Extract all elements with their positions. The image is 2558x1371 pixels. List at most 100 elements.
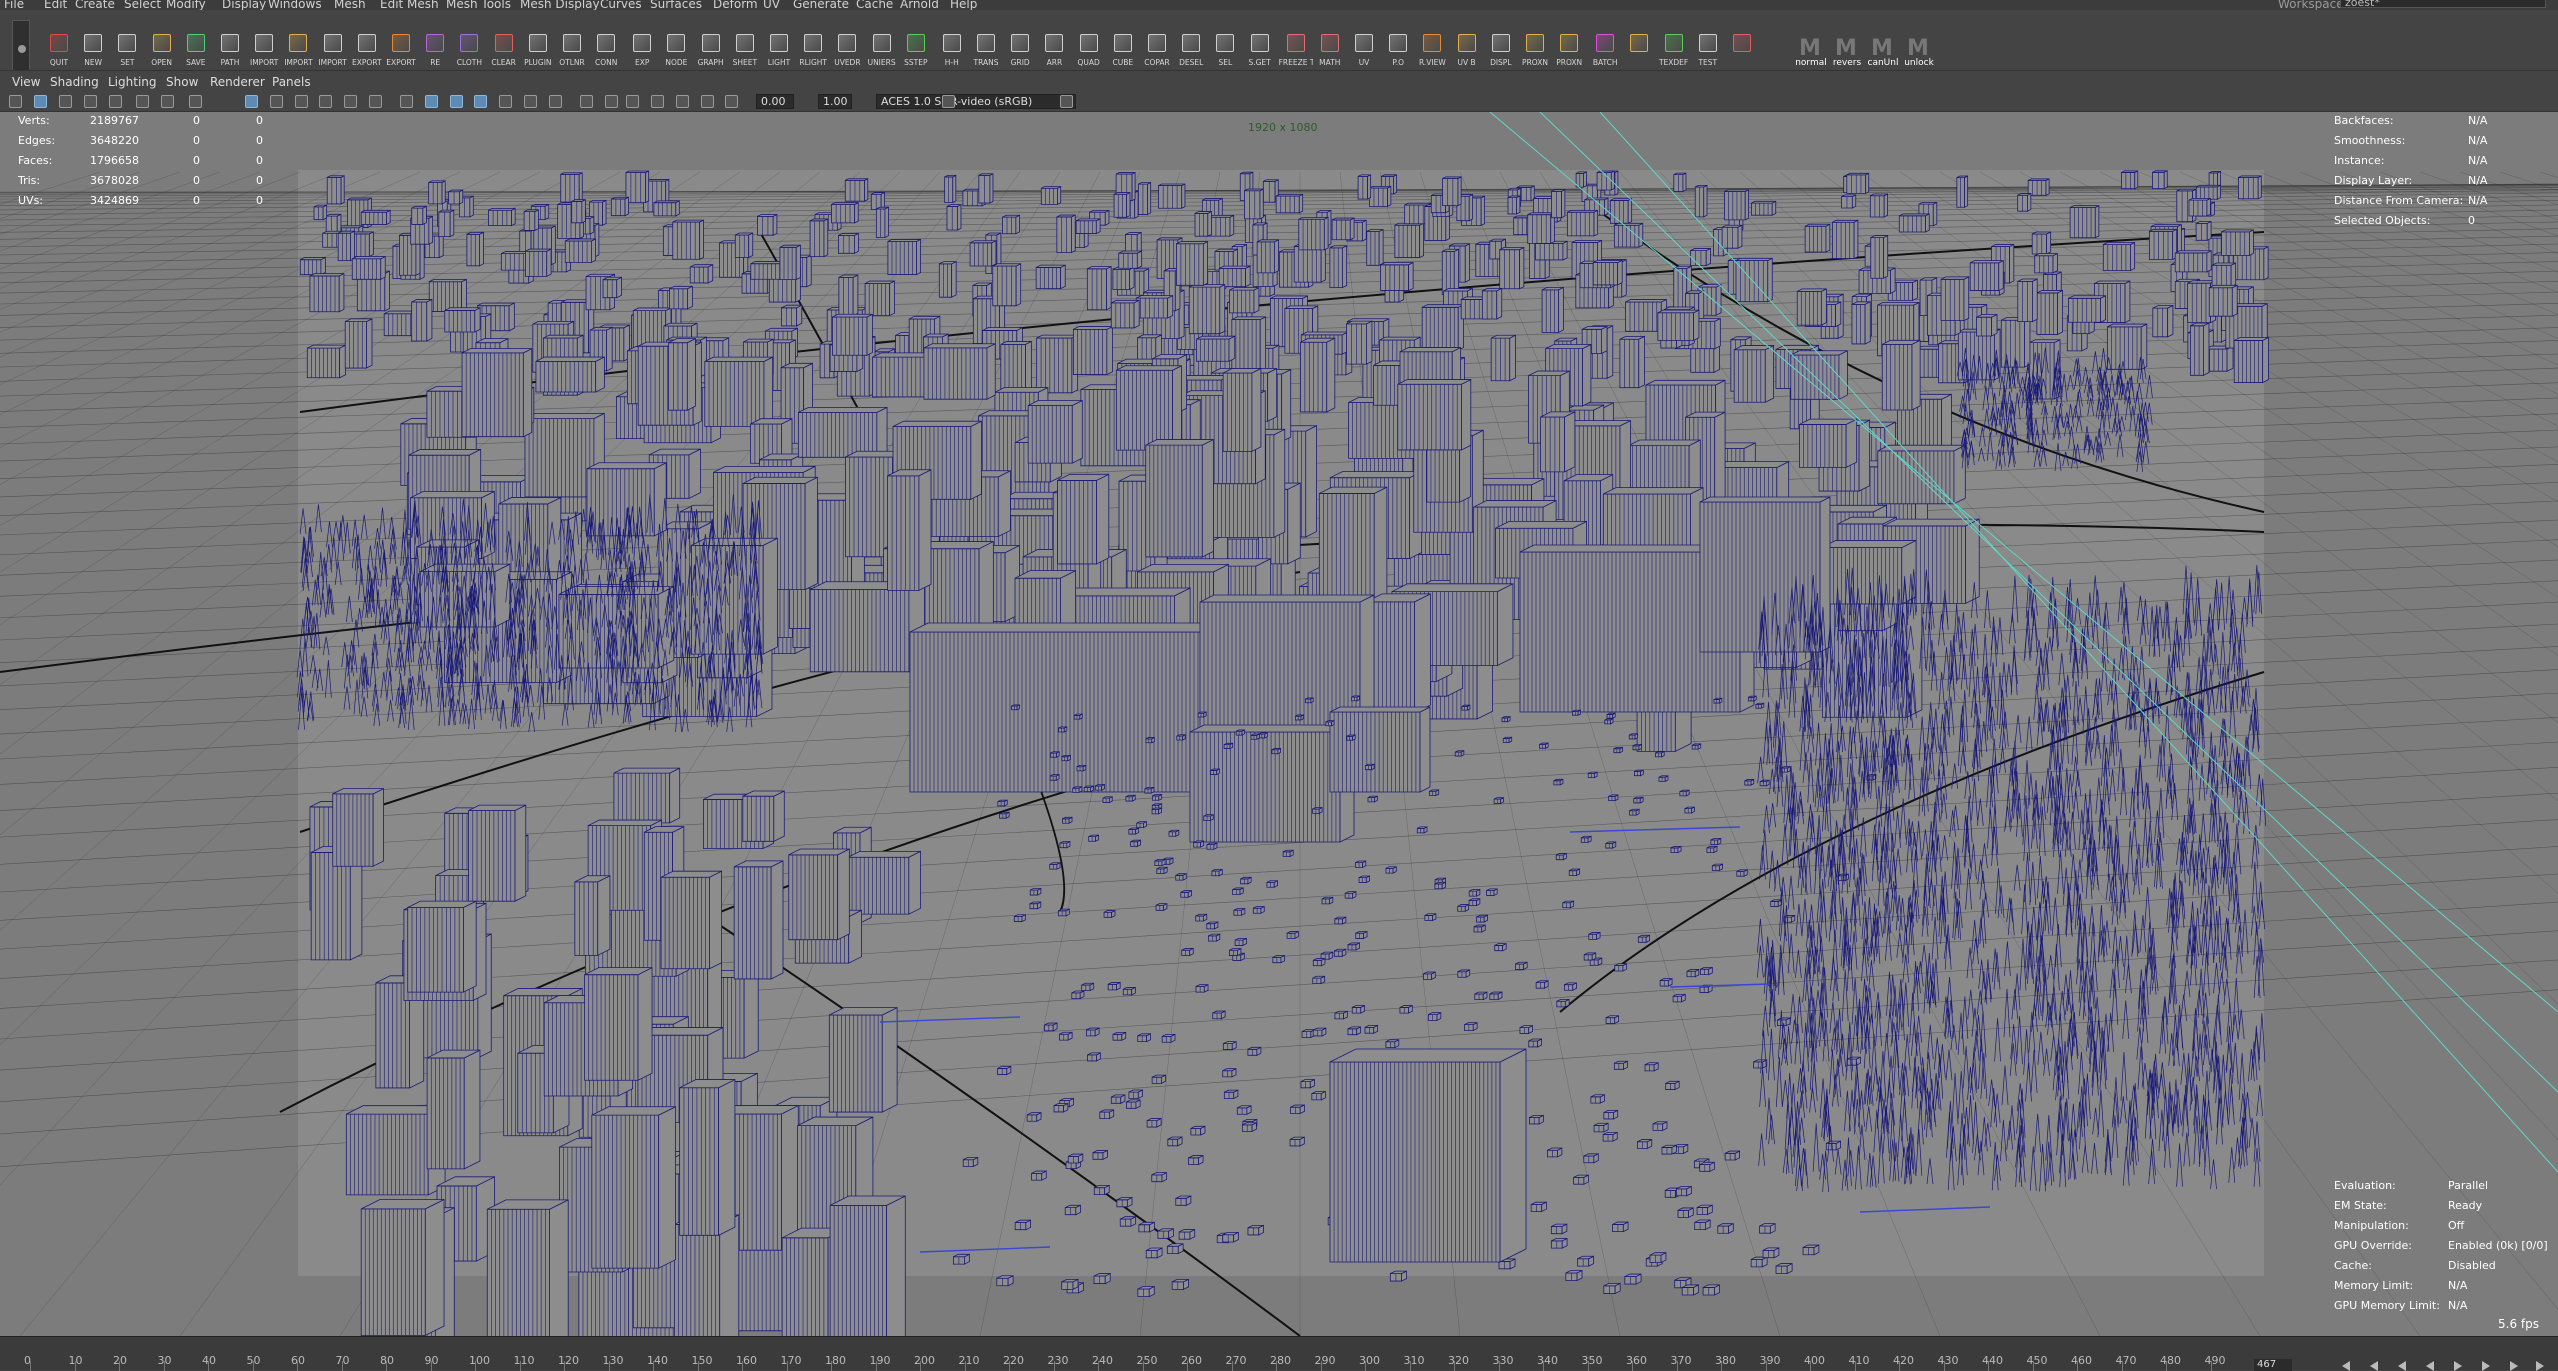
shelf-button-set[interactable]: SET — [110, 24, 142, 68]
menu-item-display[interactable]: Display — [222, 0, 266, 10]
resolution-gate-icon[interactable] — [270, 95, 283, 108]
xray-joints-icon[interactable] — [701, 95, 714, 108]
shelf-button-uvedr[interactable]: UVEDR — [830, 24, 862, 68]
shelf-tab-grip[interactable] — [12, 20, 30, 72]
shelf-button-unlabeled-49[interactable] — [1725, 24, 1757, 68]
shelf-button-export[interactable]: EXPORT — [384, 24, 416, 68]
menu-item-file[interactable]: File — [4, 0, 24, 10]
shelf-button-exp[interactable]: EXP — [625, 24, 657, 68]
shelf-button-freeze-trans[interactable]: FREEZE TRANS — [1279, 24, 1311, 68]
bookmark-icon[interactable] — [84, 95, 97, 108]
lights-icon[interactable] — [499, 95, 512, 108]
safe-action-icon[interactable] — [344, 95, 357, 108]
depth-of-field-icon[interactable] — [626, 95, 639, 108]
shelf-button-test[interactable]: TEST — [1691, 24, 1723, 68]
shelf-button-proxn[interactable]: PROXN — [1518, 24, 1550, 68]
field-chart-icon[interactable] — [319, 95, 332, 108]
shelf-button-uniers[interactable]: UNIERS — [865, 24, 897, 68]
select-camera-icon[interactable] — [9, 95, 22, 108]
shelf-button-new[interactable]: NEW — [76, 24, 108, 68]
shelf-button-quad[interactable]: QUAD — [1072, 24, 1104, 68]
menu-item-deform[interactable]: Deform — [713, 0, 758, 10]
menu-item-arnold[interactable]: Arnold — [900, 0, 939, 10]
shelf-button-sheet[interactable]: SHEET — [728, 24, 760, 68]
shelf-button-texdef[interactable]: TEXDEF — [1657, 24, 1689, 68]
shelf-button-node[interactable]: NODE — [659, 24, 691, 68]
menu-item-help[interactable]: Help — [950, 0, 977, 10]
mel-button-canunl[interactable]: McanUnl — [1866, 24, 1898, 68]
shelf-button-unlabeled-46[interactable] — [1622, 24, 1654, 68]
motion-blur-icon[interactable] — [580, 95, 593, 108]
exposure-icon[interactable] — [942, 95, 955, 108]
wireframe-icon[interactable] — [400, 95, 413, 108]
menu-item-cache[interactable]: Cache — [856, 0, 893, 10]
menu-item-create[interactable]: Create — [75, 0, 115, 10]
mel-button-normal[interactable]: Mnormal — [1794, 24, 1826, 68]
xray-icon[interactable] — [676, 95, 689, 108]
textured-icon[interactable] — [474, 95, 487, 108]
shelf-button-path[interactable]: PATH — [213, 24, 245, 68]
shelf-button-r-view[interactable]: R.VIEW — [1415, 24, 1447, 68]
shelf-button-re[interactable]: RE — [418, 24, 450, 68]
shelf-button-import[interactable]: IMPORT — [247, 24, 279, 68]
shelf-button-trans[interactable]: TRANS — [969, 24, 1001, 68]
shelf-button-clear[interactable]: CLEAR — [487, 24, 519, 68]
shelf-button-uv[interactable]: UV — [1347, 24, 1379, 68]
image-plane-icon[interactable] — [109, 95, 122, 108]
panel-menu-shading[interactable]: Shading — [50, 75, 99, 89]
shelf-button-proxn[interactable]: PROXN — [1552, 24, 1584, 68]
shelf-button-plugin[interactable]: PLUGIN — [521, 24, 553, 68]
panel-menu-show[interactable]: Show — [166, 75, 198, 89]
grease-pencil-icon[interactable] — [161, 95, 174, 108]
shadows-icon[interactable] — [524, 95, 537, 108]
gamma-icon[interactable] — [1060, 95, 1073, 108]
menu-item-mesh-display[interactable]: Mesh Display — [520, 0, 600, 10]
menu-item-surfaces[interactable]: Surfaces — [650, 0, 702, 10]
grid-icon[interactable] — [189, 95, 202, 108]
shelf-button-import[interactable]: IMPORT — [316, 24, 348, 68]
menu-item-curves[interactable]: Curves — [600, 0, 642, 10]
menu-item-mesh-tools[interactable]: Mesh Tools — [446, 0, 511, 10]
shelf-button-save[interactable]: SAVE — [179, 24, 211, 68]
shelf-button-copar[interactable]: COPAR — [1140, 24, 1172, 68]
current-frame-field[interactable]: 467 — [2254, 1359, 2292, 1371]
shelf-button-batch[interactable]: BATCH — [1588, 24, 1620, 68]
shelf-button-cloth[interactable]: CLOTH — [452, 24, 484, 68]
menu-item-generate[interactable]: Generate — [793, 0, 849, 10]
gamma-field[interactable]: 1.00 — [818, 94, 852, 109]
backface-icon[interactable] — [725, 95, 738, 108]
shelf-button-otlnr[interactable]: OTLNR — [555, 24, 587, 68]
lock-camera-icon[interactable] — [34, 95, 47, 108]
shelf-button-arr[interactable]: ARR — [1037, 24, 1069, 68]
menu-item-uv[interactable]: UV — [763, 0, 780, 10]
shelf-button-s-get[interactable]: S.GET — [1243, 24, 1275, 68]
shelf-button-math[interactable]: MATH — [1313, 24, 1345, 68]
shelf-button-sel[interactable]: SEL — [1208, 24, 1240, 68]
wireframe-on-shaded-icon[interactable] — [450, 95, 463, 108]
shelf-button-open[interactable]: OPEN — [145, 24, 177, 68]
shelf-button-rlight[interactable]: RLIGHT — [796, 24, 828, 68]
safe-title-icon[interactable] — [369, 95, 382, 108]
menu-item-modify[interactable]: Modify — [166, 0, 206, 10]
panel-menu-renderer[interactable]: Renderer — [210, 75, 265, 89]
shelf-button-p-o[interactable]: P.O — [1381, 24, 1413, 68]
shelf-button-light[interactable]: LIGHT — [762, 24, 794, 68]
menu-item-select[interactable]: Select — [124, 0, 161, 10]
time-slider[interactable]: 0102030405060708090100110120130140150160… — [0, 1336, 2558, 1370]
2d-pan-icon[interactable] — [136, 95, 149, 108]
viewport[interactable]: Verts:218976700Edges:364822000Faces:1796… — [0, 112, 2558, 1336]
shelf-button-quit[interactable]: QUIT — [42, 24, 74, 68]
gear-icon[interactable] — [18, 45, 26, 53]
shelf-button-cube[interactable]: CUBE — [1106, 24, 1138, 68]
camera-attributes-icon[interactable] — [59, 95, 72, 108]
shelf-button-sstep[interactable]: SSTEP — [899, 24, 931, 68]
menu-item-mesh[interactable]: Mesh — [334, 0, 366, 10]
color-space-dropdown[interactable]: ACES 1.0 SDR-video (sRGB) ▼ — [876, 94, 1076, 109]
shelf-button-graph[interactable]: GRAPH — [694, 24, 726, 68]
mel-button-unlock[interactable]: Munlock — [1902, 24, 1934, 68]
shelf-button-import[interactable]: IMPORT — [281, 24, 313, 68]
shelf-button-conn[interactable]: CONN — [589, 24, 621, 68]
shelf-button-export[interactable]: EXPORT — [350, 24, 382, 68]
shelf-button-grid[interactable]: GRID — [1003, 24, 1035, 68]
mel-button-revers[interactable]: Mrevers — [1830, 24, 1862, 68]
